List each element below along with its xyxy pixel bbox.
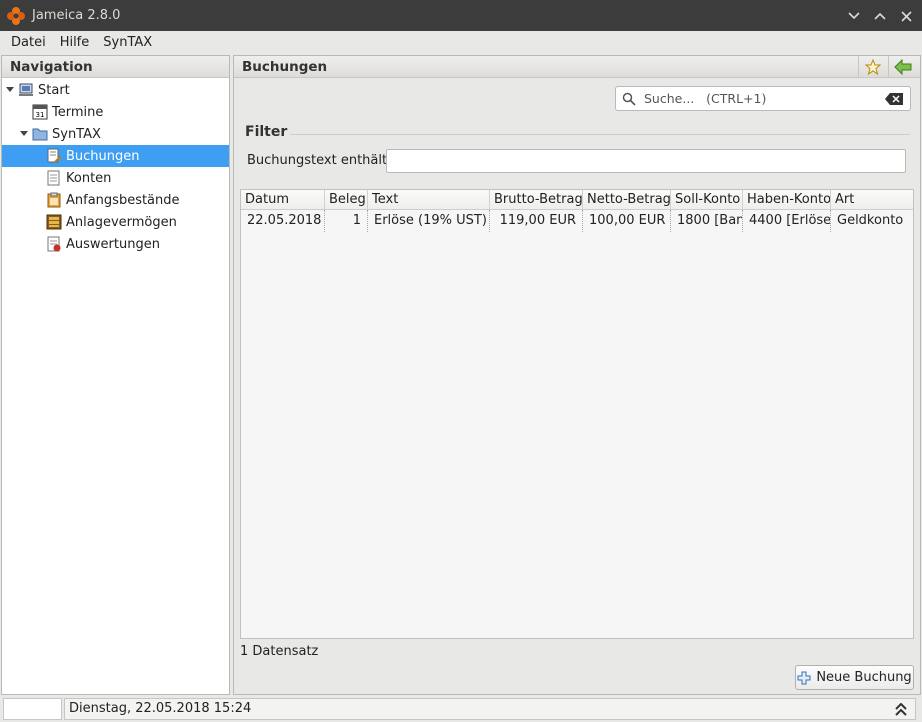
column-header-soll-konto[interactable]: Soll-Konto	[671, 190, 743, 210]
menu-datei[interactable]: Datei	[4, 35, 53, 50]
column-header-brutto[interactable]: Brutto-Betrag	[490, 190, 583, 210]
menu-hilfe[interactable]: Hilfe	[53, 35, 97, 50]
cell-beleg: 1	[325, 210, 368, 232]
nav-item-label: Auswertungen	[66, 236, 160, 252]
close-icon	[900, 10, 912, 22]
cell-netto: 100,00 EUR	[583, 210, 671, 232]
chevron-down-icon	[848, 12, 860, 20]
jameica-app-icon	[7, 6, 25, 25]
status-datetime: Dienstag, 22.05.2018 15:24	[64, 698, 916, 720]
star-icon	[864, 59, 881, 75]
bookmark-button[interactable]	[858, 56, 886, 78]
column-header-beleg[interactable]: Beleg	[325, 190, 368, 210]
document-pen-icon	[47, 148, 62, 163]
nav-item-auswertungen[interactable]: Auswertungen	[46, 233, 229, 255]
search-icon	[622, 92, 636, 106]
nav-item-label: Buchungen	[66, 148, 140, 164]
clear-input-icon[interactable]	[884, 92, 904, 106]
search-input[interactable]	[642, 90, 884, 107]
record-count: 1 Datensatz	[240, 644, 319, 659]
table-row[interactable]: 22.05.2018 1 Erlöse (19% UST) 119,00 EUR…	[241, 210, 913, 232]
ledger-icon	[46, 214, 62, 230]
nav-item-buchungen[interactable]: Buchungen	[2, 145, 229, 167]
nav-item-label: Konten	[66, 170, 112, 186]
menu-syntax[interactable]: SynTAX	[96, 35, 159, 50]
close-button[interactable]	[896, 6, 916, 26]
column-header-netto[interactable]: Netto-Betrag	[583, 190, 671, 210]
navigation-header: Navigation	[2, 56, 229, 78]
nav-item-termine[interactable]: 31 Termine	[32, 101, 229, 123]
svg-text:31: 31	[36, 111, 45, 119]
column-header-datum[interactable]: Datum	[241, 190, 325, 210]
title-bar: Jameica 2.8.0	[0, 0, 922, 31]
navigation-panel: Navigation Start 31 Termine SynTAX Buchu…	[1, 55, 230, 695]
filter-label: Buchungstext enthält	[247, 153, 388, 168]
cell-haben-konto: 4400 [Erlöse	[743, 210, 831, 232]
new-booking-label: Neue Buchung	[816, 670, 912, 685]
maximize-button[interactable]	[870, 6, 890, 26]
filter-divider	[290, 134, 910, 135]
nav-item-label: SynTAX	[52, 126, 101, 142]
report-icon	[47, 236, 61, 252]
cell-brutto: 119,00 EUR	[490, 210, 583, 232]
expand-arrow-icon[interactable]	[18, 128, 30, 140]
nav-item-label: Anlagevermögen	[66, 214, 177, 230]
calendar-icon: 31	[32, 104, 48, 120]
expand-up-icon[interactable]	[895, 703, 907, 717]
document-icon	[47, 170, 60, 186]
nav-item-anlagevermoegen[interactable]: Anlagevermögen	[46, 211, 229, 233]
window-title: Jameica 2.8.0	[32, 8, 121, 23]
chevron-up-icon	[874, 12, 886, 20]
status-box	[3, 698, 62, 720]
bookings-table[interactable]: Datum Beleg Text Brutto-Betrag Netto-Bet…	[240, 189, 914, 639]
cell-text: Erlöse (19% UST)	[368, 210, 490, 232]
status-bar: Dienstag, 22.05.2018 15:24	[0, 697, 922, 722]
search-field[interactable]	[615, 86, 911, 111]
nav-item-label: Termine	[52, 104, 104, 120]
cell-soll-konto: 1800 [Ban	[671, 210, 743, 232]
back-button[interactable]	[888, 56, 916, 78]
minimize-button[interactable]	[844, 6, 864, 26]
plus-icon	[797, 671, 811, 684]
nav-item-anfangsbestaende[interactable]: Anfangsbestände	[46, 189, 229, 211]
nav-item-label: Anfangsbestände	[66, 192, 180, 208]
column-header-art[interactable]: Art	[831, 190, 913, 210]
datetime-text: Dienstag, 22.05.2018 15:24	[69, 701, 252, 716]
page-title: Buchungen	[234, 56, 920, 78]
expand-arrow-icon[interactable]	[4, 84, 16, 96]
arrow-left-icon	[893, 59, 911, 75]
nav-item-start[interactable]: Start	[4, 79, 229, 101]
menu-bar: Datei Hilfe SynTAX	[0, 31, 922, 54]
filter-heading: Filter	[245, 124, 288, 140]
new-booking-button[interactable]: Neue Buchung	[795, 665, 914, 690]
buchungstext-filter-input[interactable]	[386, 149, 906, 173]
computer-icon	[19, 83, 33, 96]
clipboard-icon	[47, 192, 61, 208]
page-title-text: Buchungen	[242, 59, 328, 75]
table-header: Datum Beleg Text Brutto-Betrag Netto-Bet…	[241, 190, 913, 210]
nav-item-label: Start	[38, 82, 70, 98]
cell-art: Geldkonto	[837, 213, 904, 228]
nav-item-konten[interactable]: Konten	[46, 167, 229, 189]
nav-item-syntax[interactable]: SynTAX	[18, 123, 229, 145]
cell-datum: 22.05.2018	[241, 210, 325, 232]
column-header-haben-konto[interactable]: Haben-Konto	[743, 190, 831, 210]
column-header-text[interactable]: Text	[368, 190, 490, 210]
main-panel: Buchungen Filter Buchungstext enthält Da…	[233, 55, 921, 695]
folder-icon	[32, 128, 48, 141]
